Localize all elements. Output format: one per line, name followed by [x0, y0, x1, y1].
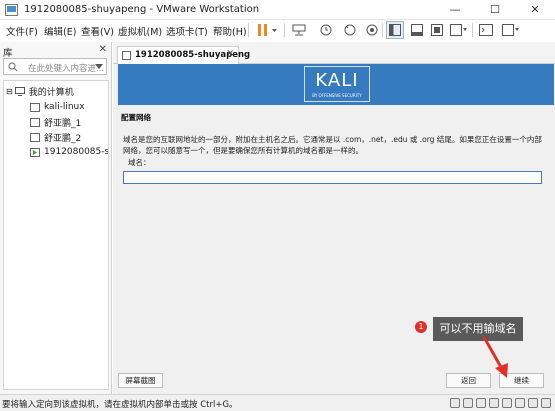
maximize-button[interactable]: ☐ [475, 0, 515, 20]
tree-item-vm[interactable]: kali-linux [30, 101, 85, 113]
menu-view[interactable]: 查看(V) [81, 24, 114, 38]
terminal-icon [479, 24, 493, 36]
vm-label: kali-linux [44, 102, 85, 112]
vm-tab-icon [122, 51, 131, 60]
chevron-down-icon[interactable] [95, 64, 103, 70]
tree-item-my-computer[interactable]: ⊟ 我的计算机 [6, 85, 74, 98]
window-title: 1912080085-shuyapeng - VMware Workstatio… [24, 4, 260, 15]
domain-field-label: 域名： [128, 158, 151, 167]
message-icon[interactable] [541, 398, 551, 408]
tree-item-vm[interactable]: 舒亚鹏_2 [30, 131, 82, 144]
pause-button[interactable] [254, 21, 280, 39]
sound-icon[interactable] [502, 398, 512, 408]
snapshot-button[interactable] [316, 21, 336, 39]
thumbnail-view-button[interactable] [408, 21, 426, 39]
status-bar: 要将输入定向到该虚拟机，请在虚拟机内部单击或按 Ctrl+G。 [0, 394, 555, 411]
snapshot-manager-button[interactable] [362, 21, 382, 39]
tab-close-icon[interactable]: ✕ [226, 49, 234, 59]
page-title: 配置网络 [121, 113, 151, 122]
menu-edit[interactable]: 编辑(E) [44, 24, 76, 38]
tab-vm[interactable]: 1912080085-shuyapeng ✕ [117, 46, 250, 64]
tab-bar: 1912080085-shuyapeng ✕ [113, 42, 555, 64]
console-button[interactable] [476, 21, 496, 39]
library-view-icon [389, 24, 401, 36]
toolbar-separator [284, 23, 285, 37]
vm-label: 1912080085-shuyapeng [44, 147, 109, 157]
menu-help[interactable]: 帮助(H) [213, 24, 247, 38]
stretch-icon [502, 24, 519, 36]
annotation-badge: 1 [415, 321, 427, 333]
network-icon[interactable] [476, 398, 486, 408]
unity-view-button[interactable] [448, 21, 470, 39]
minimize-button[interactable]: — [435, 0, 475, 20]
vm-label: 舒亚鹏_1 [44, 118, 82, 129]
fullscreen-button[interactable] [428, 21, 446, 39]
search-placeholder: 在此处键入内容进... [28, 64, 105, 74]
library-close-icon[interactable]: ✕ [99, 44, 107, 55]
stretch-guest-button[interactable] [500, 21, 522, 39]
unity-view-icon [450, 24, 467, 36]
title-bar: 1912080085-shuyapeng - VMware Workstatio… [0, 0, 555, 20]
domain-description: 域名是您的互联网地址的一部分，附加在主机名之后。它通常是以 .com，.net，… [123, 135, 542, 155]
show-library-button[interactable] [386, 21, 404, 39]
tree-item-vm[interactable]: 舒亚鹏_1 [30, 116, 82, 129]
vm-label: 舒亚鹏_2 [44, 133, 82, 144]
vmware-app-icon [5, 4, 18, 16]
toolbar-separator [472, 23, 473, 37]
send-ctrl-alt-del-button[interactable] [290, 21, 308, 39]
screenshot-button[interactable]: 屏幕截图 [118, 373, 163, 388]
library-panel: 库 ✕ 在此处键入内容进... ⊟ 我的计算机 kali-linux 舒亚鹏_1… [0, 42, 112, 394]
pause-icon [258, 24, 277, 36]
kali-logo: KALI BY OFFENSIVE SECURITY [304, 66, 370, 102]
search-icon [8, 62, 18, 72]
annotation-arrow [482, 336, 508, 378]
display-icon[interactable] [528, 398, 538, 408]
cd-drive-icon[interactable] [463, 398, 473, 408]
revert-snapshot-button[interactable] [340, 21, 360, 39]
thumbnail-view-icon [411, 24, 423, 36]
kali-logo-subtitle: BY OFFENSIVE SECURITY [312, 93, 362, 98]
domain-name-input[interactable] [123, 171, 542, 184]
menu-vm[interactable]: 虚拟机(M) [118, 24, 162, 38]
keyboard-network-icon [292, 24, 306, 36]
toolbar-separator [382, 23, 383, 37]
tree-item-vm-running[interactable]: 1912080085-shuyapeng [30, 146, 109, 158]
snapshot-icon [320, 24, 332, 36]
collapse-icon[interactable]: ⊟ [6, 87, 13, 96]
hard-disk-icon[interactable] [450, 398, 460, 408]
close-button[interactable]: ✕ [515, 0, 555, 20]
installer-banner: KALI BY OFFENSIVE SECURITY [118, 64, 554, 105]
fullscreen-icon [431, 24, 443, 36]
printer-icon[interactable] [515, 398, 525, 408]
snapshot-manager-icon [366, 24, 378, 36]
device-status-icons [450, 398, 554, 409]
computer-icon [14, 86, 25, 96]
vm-icon [30, 117, 40, 127]
toolbar-separator [248, 23, 249, 37]
tree-root-label: 我的计算机 [28, 87, 74, 98]
usb-icon[interactable] [489, 398, 499, 408]
menu-file[interactable]: 文件(F) [6, 24, 38, 38]
kali-logo-word: KALI [315, 70, 359, 91]
vm-icon [30, 102, 40, 112]
library-title: 库 [3, 48, 13, 59]
vm-icon [30, 132, 40, 142]
status-text: 要将输入定向到该虚拟机，请在虚拟机内部单击或按 Ctrl+G。 [2, 400, 238, 410]
revert-icon [344, 24, 356, 36]
library-tree: ⊟ 我的计算机 kali-linux 舒亚鹏_1 舒亚鹏_2 191208008… [3, 80, 109, 390]
library-search-input[interactable]: 在此处键入内容进... [3, 58, 107, 75]
menu-tabs[interactable]: 选项卡(T) [166, 24, 208, 38]
vm-running-icon [30, 147, 40, 157]
